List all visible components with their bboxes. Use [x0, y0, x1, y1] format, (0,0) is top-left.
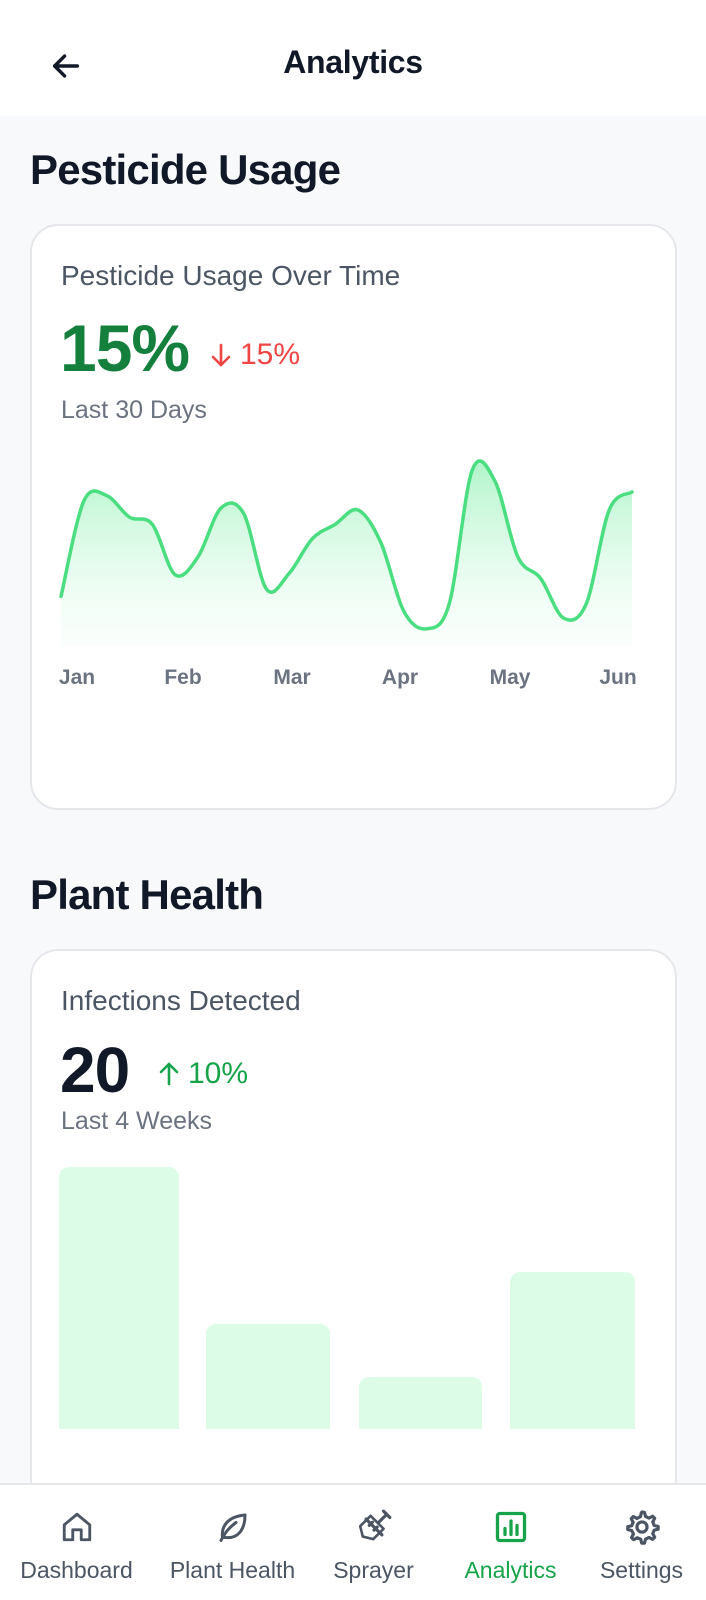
- arrow-down-icon: [211, 343, 231, 367]
- x-tick-label: Jan: [58, 666, 96, 689]
- home-icon: [62, 1512, 91, 1542]
- infections-card-label: Infections Detected: [61, 985, 301, 1016]
- nav-label-dashboard: Dashboard: [20, 1557, 133, 1583]
- pesticide-usage-value: 15%: [60, 311, 190, 385]
- nav-item-settings[interactable]: Settings: [571, 1485, 706, 1600]
- pesticide-card-label: Pesticide Usage Over Time: [61, 260, 401, 291]
- nav-item-analytics[interactable]: Analytics: [440, 1485, 581, 1600]
- x-tick-label: May: [489, 666, 531, 689]
- syringe-icon: [358, 1509, 391, 1541]
- infection-bar: [359, 1376, 482, 1429]
- pesticide-period: Last 30 Days: [61, 396, 207, 424]
- infections-period: Last 4 Weeks: [61, 1107, 213, 1135]
- pesticide-usage-card: Pesticide Usage Over Time 15% 15% Last 3…: [30, 224, 677, 810]
- infections-delta-value: 10%: [188, 1057, 249, 1090]
- nav-label-analytics: Analytics: [464, 1557, 557, 1583]
- nav-label-sprayer: Sprayer: [333, 1557, 414, 1583]
- infections-card: Infections Detected 20 10% Last 4 Weeks: [30, 949, 677, 1509]
- nav-label-settings: Settings: [599, 1557, 684, 1583]
- nav-item-dashboard[interactable]: Dashboard: [6, 1485, 147, 1600]
- area-fill: [61, 460, 632, 646]
- pesticide-delta-value: 15%: [240, 338, 301, 371]
- leaf-icon: [219, 1513, 246, 1542]
- nav-item-plant-health[interactable]: Plant Health: [162, 1485, 303, 1600]
- plant-health-section-title: Plant Health: [30, 871, 264, 918]
- pesticide-area-chart: [59, 459, 634, 646]
- x-tick-label: Mar: [273, 666, 311, 689]
- gear-icon: [625, 1510, 660, 1545]
- infection-bar: [206, 1324, 330, 1429]
- page-title: Analytics: [283, 44, 423, 80]
- x-tick-label: Feb: [164, 666, 202, 689]
- x-tick-label: Apr: [381, 666, 419, 689]
- infection-bar: [59, 1167, 179, 1429]
- x-tick-label: Jun: [599, 666, 637, 689]
- arrow-up-icon: [159, 1062, 179, 1086]
- pesticide-delta: 15%: [210, 338, 300, 372]
- nav-label-plant-health: Plant Health: [169, 1557, 296, 1583]
- bottom-navigation: Dashboard Plant Health Sprayer Analytics…: [0, 1483, 706, 1600]
- infection-bar: [510, 1271, 635, 1429]
- infections-value: 20: [60, 1034, 130, 1106]
- pesticide-section-title: Pesticide Usage: [30, 146, 341, 193]
- bar-chart-icon: [495, 1511, 526, 1543]
- infections-delta: 10%: [158, 1057, 248, 1091]
- app-bar: Analytics: [0, 0, 706, 116]
- nav-item-sprayer[interactable]: Sprayer: [303, 1485, 444, 1600]
